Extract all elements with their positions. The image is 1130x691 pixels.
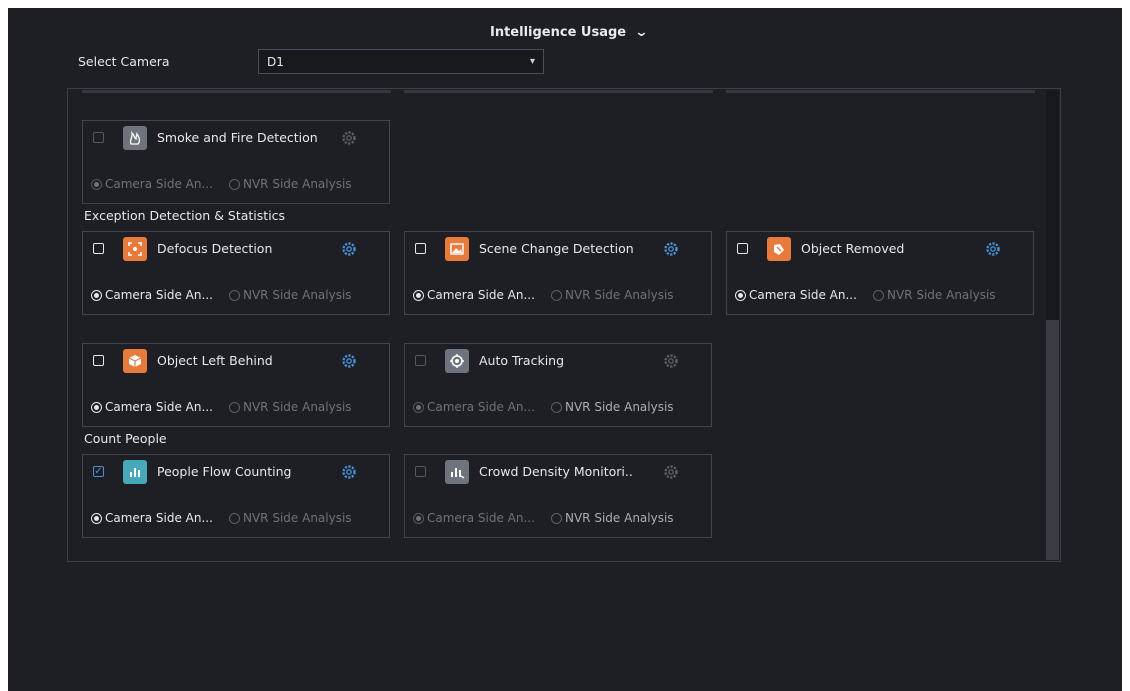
- feature-name: Smoke and Fire Detection: [157, 130, 318, 145]
- object-removed-icon: [767, 237, 791, 261]
- select-camera-label: Select Camera: [78, 54, 170, 69]
- radio-selected-icon: [91, 401, 102, 413]
- object-left-icon: [123, 349, 147, 373]
- camera-side-option[interactable]: Camera Side An...: [413, 511, 551, 525]
- radio-selected-icon: [91, 512, 102, 524]
- analysis-options: Camera Side An... NVR Side Analysis: [413, 400, 674, 414]
- smoke-fire-icon: [123, 126, 147, 150]
- radio-selected-icon: [735, 289, 746, 301]
- gear-icon[interactable]: [341, 353, 357, 369]
- card-crowd-density: Crowd Density Monitori.. Camera Side An.…: [404, 454, 712, 538]
- radio-selected-icon: [413, 289, 424, 301]
- chevron-down-icon[interactable]: ⌄: [634, 25, 648, 40]
- card-auto-tracking: Auto Tracking Camera Side An... NVR Side…: [404, 343, 712, 427]
- camera-side-option[interactable]: Camera Side An...: [735, 288, 873, 302]
- radio-selected-icon: [413, 512, 424, 524]
- defocus-checkbox[interactable]: [93, 243, 104, 254]
- analysis-options: Camera Side An... NVR Side Analysis: [91, 177, 352, 191]
- radio-empty-icon: [229, 512, 240, 524]
- analysis-options: Camera Side An... NVR Side Analysis: [413, 511, 674, 525]
- camera-side-option[interactable]: Camera Side An...: [91, 400, 229, 414]
- feature-name: Auto Tracking: [479, 353, 565, 368]
- card-object-removed: Object Removed Camera Side An... NVR Sid…: [726, 231, 1034, 315]
- gear-icon[interactable]: [341, 464, 357, 480]
- camera-side-option[interactable]: Camera Side An...: [91, 177, 229, 191]
- object-left-checkbox[interactable]: [93, 355, 104, 366]
- feature-name: People Flow Counting: [157, 464, 292, 479]
- feature-name: Crowd Density Monitori..: [479, 464, 633, 479]
- nvr-side-option[interactable]: NVR Side Analysis: [229, 177, 352, 191]
- people-flow-checkbox[interactable]: ✓: [93, 466, 104, 477]
- row-divider: [82, 90, 391, 93]
- card-defocus: Defocus Detection Camera Side An... NVR …: [82, 231, 390, 315]
- feature-name: Scene Change Detection: [479, 241, 634, 256]
- card-object-left: Object Left Behind Camera Side An... NVR…: [82, 343, 390, 427]
- nvr-side-option[interactable]: NVR Side Analysis: [229, 511, 352, 525]
- auto-tracking-checkbox[interactable]: [415, 355, 426, 366]
- card-smoke-fire: Smoke and Fire Detection Camera Side An.…: [82, 120, 390, 204]
- camera-side-option[interactable]: Camera Side An...: [413, 288, 551, 302]
- gear-icon[interactable]: [663, 353, 679, 369]
- nvr-side-option[interactable]: NVR Side Analysis: [551, 400, 674, 414]
- gear-icon[interactable]: [663, 464, 679, 480]
- analysis-options: Camera Side An... NVR Side Analysis: [91, 400, 352, 414]
- page-header[interactable]: Intelligence Usage ⌄: [490, 22, 649, 42]
- radio-empty-icon: [229, 401, 240, 413]
- gear-icon[interactable]: [985, 241, 1001, 257]
- camera-side-option[interactable]: Camera Side An...: [91, 288, 229, 302]
- camera-side-option[interactable]: Camera Side An...: [413, 400, 551, 414]
- analysis-options: Camera Side An... NVR Side Analysis: [91, 288, 352, 302]
- radio-empty-icon: [551, 289, 562, 301]
- row-divider: [404, 90, 713, 93]
- radio-empty-icon: [229, 178, 240, 190]
- object-removed-checkbox[interactable]: [737, 243, 748, 254]
- scene-change-icon: [445, 237, 469, 261]
- radio-empty-icon: [551, 401, 562, 413]
- radio-selected-icon: [91, 289, 102, 301]
- people-flow-icon: [123, 460, 147, 484]
- section-title-count-people: Count People: [84, 431, 167, 446]
- feature-name: Object Left Behind: [157, 353, 273, 368]
- analysis-options: Camera Side An... NVR Side Analysis: [735, 288, 996, 302]
- gear-icon[interactable]: [341, 130, 357, 146]
- nvr-side-option[interactable]: NVR Side Analysis: [229, 400, 352, 414]
- page-title: Intelligence Usage: [490, 24, 627, 40]
- defocus-icon: [123, 237, 147, 261]
- row-divider: [726, 90, 1035, 93]
- radio-empty-icon: [229, 289, 240, 301]
- chevron-down-icon: ▾: [529, 56, 535, 67]
- nvr-side-option[interactable]: NVR Side Analysis: [873, 288, 996, 302]
- gear-icon[interactable]: [663, 241, 679, 257]
- radio-empty-icon: [873, 289, 884, 301]
- card-people-flow: ✓ People Flow Counting Camera Side An...…: [82, 454, 390, 538]
- nvr-side-option[interactable]: NVR Side Analysis: [551, 288, 674, 302]
- crowd-density-checkbox[interactable]: [415, 466, 426, 477]
- camera-select-value: D1: [267, 54, 284, 69]
- feature-name: Defocus Detection: [157, 241, 273, 256]
- section-title-exception: Exception Detection & Statistics: [84, 208, 286, 223]
- scrollbar-thumb[interactable]: [1046, 320, 1059, 560]
- radio-selected-icon: [413, 401, 424, 413]
- nvr-side-option[interactable]: NVR Side Analysis: [229, 288, 352, 302]
- auto-tracking-icon: [445, 349, 469, 373]
- scene-change-checkbox[interactable]: [415, 243, 426, 254]
- card-scene-change: Scene Change Detection Camera Side An...…: [404, 231, 712, 315]
- radio-empty-icon: [551, 512, 562, 524]
- feature-name: Object Removed: [801, 241, 905, 256]
- gear-icon[interactable]: [341, 241, 357, 257]
- camera-side-option[interactable]: Camera Side An...: [91, 511, 229, 525]
- nvr-side-option[interactable]: NVR Side Analysis: [551, 511, 674, 525]
- analysis-options: Camera Side An... NVR Side Analysis: [91, 511, 352, 525]
- analysis-options: Camera Side An... NVR Side Analysis: [413, 288, 674, 302]
- crowd-density-icon: [445, 460, 469, 484]
- camera-select[interactable]: D1 ▾: [258, 49, 544, 74]
- smoke-fire-checkbox[interactable]: [93, 132, 104, 143]
- radio-selected-icon: [91, 178, 102, 190]
